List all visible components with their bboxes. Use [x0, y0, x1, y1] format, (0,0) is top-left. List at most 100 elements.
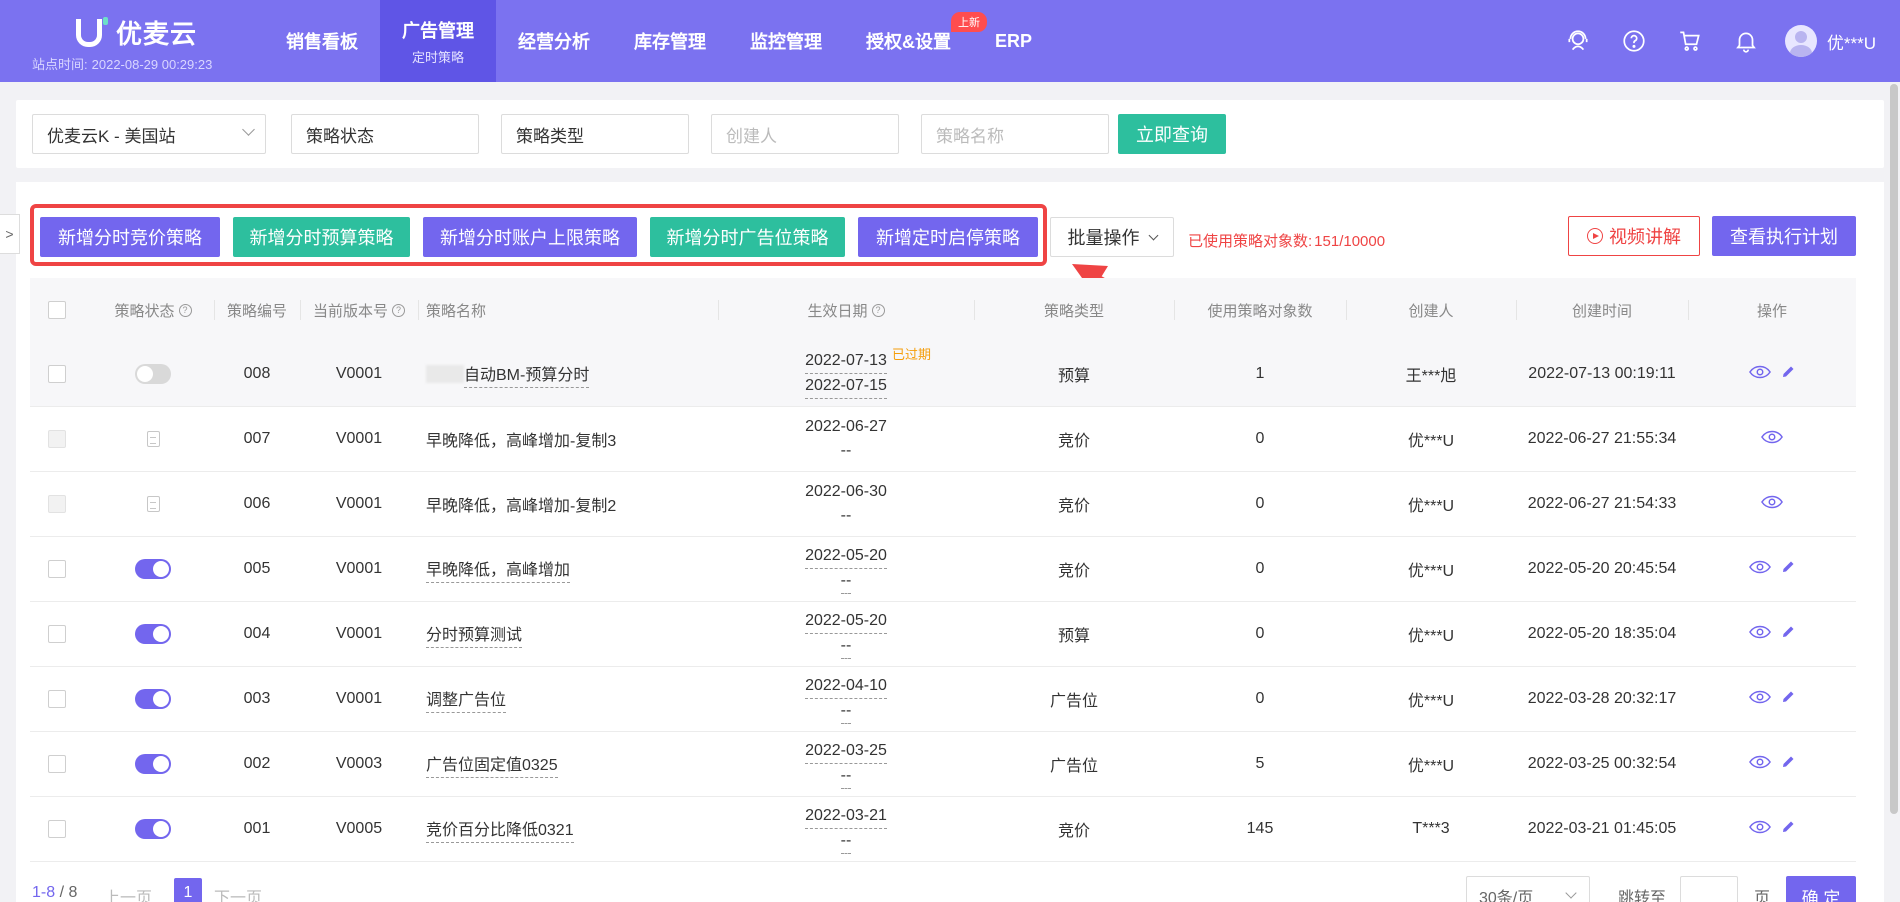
th-label: 操作	[1756, 302, 1787, 320]
strategy-name-link[interactable]: 早晚降低，高峰增加-复制2	[426, 492, 616, 516]
batch-operations-dropdown[interactable]: 批量操作	[1050, 217, 1174, 257]
store-select[interactable]: 优麦云K - 美国站	[32, 114, 266, 154]
bell-icon[interactable]	[1729, 24, 1763, 58]
eye-icon[interactable]	[1749, 820, 1771, 839]
end-date: --	[840, 634, 852, 659]
row-checkbox[interactable]	[48, 625, 66, 643]
nav-monitoring[interactable]: 监控管理	[728, 0, 844, 82]
row-checkbox[interactable]	[48, 820, 66, 838]
edit-pencil-icon[interactable]	[1781, 560, 1795, 579]
eye-icon[interactable]	[1749, 690, 1771, 709]
add-budget-strategy-button[interactable]: 新增分时预算策略	[233, 217, 410, 257]
nav-label: 监控管理	[750, 32, 822, 52]
status-toggle[interactable]	[135, 819, 171, 839]
add-bid-strategy-button[interactable]: 新增分时竞价策略	[40, 217, 220, 257]
add-placement-strategy-button[interactable]: 新增分时广告位策略	[650, 217, 845, 257]
edit-pencil-icon[interactable]	[1781, 755, 1795, 774]
view-execution-plan-button[interactable]: 查看执行计划	[1712, 216, 1856, 256]
eye-icon[interactable]	[1761, 430, 1783, 449]
status-toggle[interactable]	[135, 559, 171, 579]
eye-icon[interactable]	[1749, 560, 1771, 579]
status-toggle[interactable]	[135, 754, 171, 774]
th-count: 使用策略对象数	[1174, 278, 1346, 342]
chevron-right-icon[interactable]: >	[0, 214, 20, 254]
nav-ad-management[interactable]: 广告管理 定时策略	[380, 0, 496, 82]
eye-icon[interactable]	[1749, 625, 1771, 644]
created-time: 2022-06-27 21:55:34	[1527, 430, 1677, 447]
edit-pencil-icon[interactable]	[1781, 365, 1795, 384]
strategy-name-link[interactable]: 调整广告位	[426, 686, 507, 713]
status-select[interactable]: 策略状态	[291, 114, 479, 154]
eye-icon[interactable]	[1749, 755, 1771, 774]
jump-confirm-button[interactable]: 确 定	[1786, 876, 1856, 902]
edit-pencil-icon[interactable]	[1781, 820, 1795, 839]
strategy-name-cell: 自动BM-预算分时	[426, 342, 718, 406]
strategy-name-link[interactable]: 早晚降低，高峰增加	[426, 556, 571, 583]
strategy-name-cell: 调整广告位	[426, 667, 718, 731]
status-toggle[interactable]	[135, 689, 171, 709]
table-row: 002 V0003 广告位固定值0325 2022-03-25 -- 广告位 5 优***U 2…	[30, 732, 1856, 797]
th-label: 创建人	[1408, 302, 1454, 320]
draft-document-icon	[146, 496, 160, 512]
user-menu[interactable]: 优***U	[1784, 25, 1876, 57]
row-checkbox[interactable]	[48, 755, 66, 773]
page-unit-label: 页	[1754, 890, 1771, 902]
select-all-checkbox[interactable]	[48, 301, 66, 319]
logo[interactable]: 优麦云	[76, 14, 197, 51]
add-timed-start-stop-button[interactable]: 新增定时启停策略	[858, 217, 1038, 257]
status-cell	[92, 472, 214, 536]
strategy-id: 002	[243, 755, 271, 772]
strategy-version: V0001	[335, 430, 383, 447]
query-button[interactable]: 立即查询	[1118, 114, 1226, 154]
row-checkbox[interactable]	[48, 690, 66, 708]
prev-page-button[interactable]: 上一页	[104, 884, 152, 902]
row-actions	[1688, 342, 1856, 406]
th-label: 策略名称	[426, 302, 487, 320]
edit-pencil-icon[interactable]	[1781, 690, 1795, 709]
row-checkbox[interactable]	[48, 365, 66, 383]
table-header: 策略状态? 策略编号 当前版本号? 策略名称 生效日期? 策略类型 使用策略对象…	[30, 278, 1856, 342]
strategy-name-link[interactable]: 竞价百分比降低0321	[426, 816, 574, 843]
help-circle-icon[interactable]: ?	[392, 303, 405, 317]
strategy-name-link[interactable]: 自动BM-预算分时	[464, 361, 590, 388]
nav-erp[interactable]: ERP	[973, 0, 1054, 82]
jump-page-input[interactable]	[1680, 876, 1738, 902]
created-time: 2022-07-13 00:19:11	[1528, 365, 1676, 382]
strategy-name-link[interactable]: 广告位固定值0325	[426, 751, 558, 778]
edit-pencil-icon[interactable]	[1781, 625, 1795, 644]
object-count: 0	[1255, 625, 1265, 642]
type-select[interactable]: 策略类型	[501, 114, 689, 154]
nav-sales-board[interactable]: 销售看板	[264, 0, 380, 82]
eye-icon[interactable]	[1749, 365, 1771, 384]
strategy-name-link[interactable]: 分时预算测试	[426, 621, 523, 648]
effective-dates: 2022-04-10 --	[718, 667, 974, 731]
help-circle-icon[interactable]: ?	[871, 303, 885, 317]
username: 优***U	[1826, 33, 1876, 53]
creator: T***3	[1412, 820, 1450, 837]
next-page-button[interactable]: 下一页	[214, 884, 262, 902]
page-scrollbar[interactable]	[1890, 84, 1898, 814]
creator: 优***U	[1407, 433, 1455, 450]
strategy-id: 004	[243, 625, 271, 642]
strategy-name-link[interactable]: 早晚降低，高峰增加-复制3	[426, 427, 616, 451]
video-tutorial-button[interactable]: 视频讲解	[1568, 216, 1700, 256]
strategy-id: 003	[243, 690, 271, 707]
nav-business-analysis[interactable]: 经营分析	[496, 0, 612, 82]
cart-icon[interactable]	[1673, 24, 1707, 58]
status-toggle[interactable]	[135, 624, 171, 644]
eye-icon[interactable]	[1761, 495, 1783, 514]
table-row: 006 V0001 早晚降低，高峰增加-复制2 2022-06-30 -- 竞价 0 优***…	[30, 472, 1856, 537]
page-1-button[interactable]: 1	[174, 878, 202, 902]
page-size-select[interactable]: 30条/页	[1466, 876, 1590, 902]
creator-input[interactable]: 创建人	[711, 114, 899, 154]
status-toggle[interactable]	[135, 364, 171, 384]
row-checkbox[interactable]	[48, 560, 66, 578]
help-icon[interactable]	[1617, 24, 1651, 58]
help-circle-icon[interactable]: ?	[178, 303, 192, 317]
batch-label: 批量操作	[1067, 228, 1140, 248]
strategy-name-input[interactable]: 策略名称	[921, 114, 1109, 154]
nav-inventory[interactable]: 库存管理	[612, 0, 728, 82]
support-icon[interactable]	[1561, 24, 1595, 58]
add-account-limit-strategy-button[interactable]: 新增分时账户上限策略	[423, 217, 637, 257]
nav-auth-settings[interactable]: 授权&设置 上新	[844, 0, 987, 82]
